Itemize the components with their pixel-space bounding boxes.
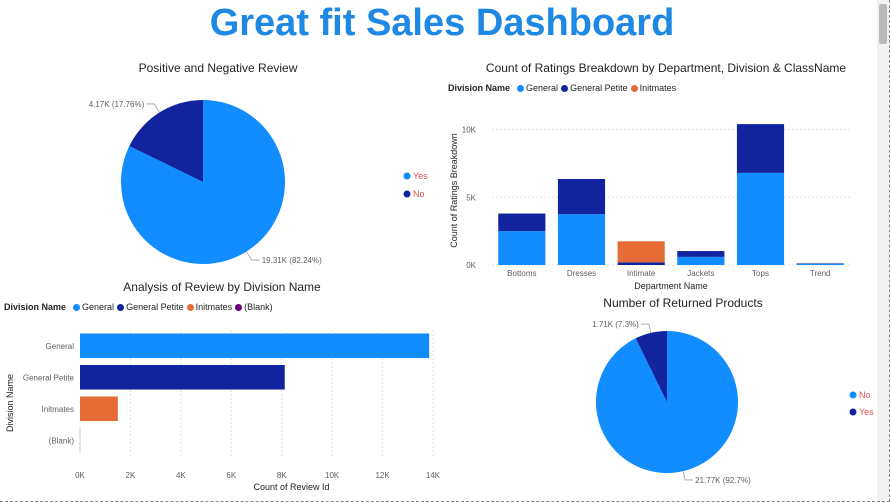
returned-products-title: Number of Returned Products [603, 296, 763, 310]
bar-tops-general[interactable] [736, 172, 785, 265]
x-tick-label: 10K [325, 471, 340, 480]
legend-dot-yes[interactable] [403, 172, 411, 180]
legend-item-general[interactable]: General [82, 302, 114, 312]
legend-item-initmates[interactable]: Initmates [640, 83, 677, 93]
bar-general-petite[interactable] [80, 364, 285, 390]
division-review-chart[interactable]: 0K 2K 4K 6K 8K 10K 12K 14K General General Petite… [0, 318, 445, 498]
bar-trend-general[interactable] [796, 263, 844, 265]
x-tick-label: Intimate [627, 269, 656, 278]
y-axis-title: Count of Ratings Breakdown [449, 133, 459, 248]
x-tick-label: 8K [277, 471, 287, 480]
leader-line[interactable] [682, 471, 694, 481]
legend-title: Division Name [4, 302, 67, 312]
division-review-title: Analysis of Review by Division Name [123, 280, 321, 294]
bar-initmates[interactable] [80, 396, 118, 422]
y-tick-label: 0K [466, 261, 476, 270]
legend-item-yes: Yes [859, 407, 874, 417]
bar-dresses-general-petite[interactable] [557, 178, 606, 215]
legend-item-general-petite[interactable]: General Petite [570, 83, 628, 93]
y-tick-label: General [46, 342, 75, 351]
bar-general[interactable] [80, 333, 430, 359]
x-tick-label: 0K [75, 471, 85, 480]
y-tick-label: Initmates [42, 405, 74, 414]
bar-jackets-general[interactable] [677, 256, 725, 265]
y-tick-label: General Petite [23, 373, 75, 382]
bar-bottoms-general-petite[interactable] [498, 213, 546, 232]
legend-dot-initmates [630, 85, 638, 92]
bar-dresses-general[interactable] [557, 214, 606, 265]
legend-dot-general [517, 85, 525, 92]
x-tick-label: 4K [176, 471, 186, 480]
leader-line[interactable] [246, 251, 260, 261]
x-axis-title: Department Name [634, 281, 708, 291]
x-tick-label: 6K [226, 471, 236, 480]
legend-dot-no[interactable] [403, 190, 411, 198]
legend-item-blank[interactable]: (Blank) [244, 302, 273, 312]
leader-line[interactable] [146, 103, 160, 113]
legend-dot-general-petite [561, 85, 569, 92]
y-tick-label: 5K [466, 193, 476, 202]
pie-review-title: Positive and Negative Review [138, 61, 298, 75]
bar-bottoms-general[interactable] [498, 231, 546, 265]
y-axis-title: Division Name [5, 374, 15, 432]
x-tick-label: Bottoms [507, 269, 536, 278]
bar-intimate-initmates[interactable] [617, 241, 665, 263]
bar-jackets-general-petite[interactable] [677, 251, 725, 257]
x-tick-label: Trend [810, 269, 831, 278]
y-tick-label: 10K [462, 126, 477, 135]
legend-item-no: No [413, 189, 425, 199]
data-label-yes: 1.71K (7.3%) [592, 320, 639, 329]
bar-intimate-general-petite[interactable] [617, 262, 665, 265]
legend-dot-no[interactable] [849, 391, 857, 399]
legend-item-yes: Yes [413, 171, 428, 181]
x-tick-label: 2K [126, 471, 136, 480]
bar-tops-general-petite[interactable] [736, 124, 785, 173]
legend-dot-general-petite [117, 304, 125, 311]
legend-item-general-petite[interactable]: General Petite [126, 302, 184, 312]
data-label-yes: 19.31K (82.24%) [262, 256, 322, 265]
y-tick-label: (Blank) [49, 436, 75, 445]
x-tick-label: Tops [752, 269, 769, 278]
data-label-no: 4.17K (17.76%) [89, 100, 145, 109]
bar-trend-general-petite[interactable] [796, 263, 844, 264]
legend-dot-initmates [186, 304, 194, 311]
legend-dot-general [73, 304, 81, 311]
legend-dot-blank [235, 304, 243, 311]
legend-title: Division Name [448, 83, 511, 93]
legend-item-no: No [859, 390, 871, 400]
ratings-breakdown-title: Count of Ratings Breakdown by Department… [485, 61, 847, 75]
ratings-breakdown-chart[interactable]: 0K 5K 10K Bottoms Dresses Intimate Jackets Tops… [440, 100, 870, 295]
returned-products-chart[interactable]: 21.77K (92.7%) 1.71K (7.3%) No Yes [560, 315, 880, 495]
x-axis-title: Count of Review Id [253, 482, 329, 492]
x-tick-label: Dresses [567, 269, 596, 278]
data-label-no: 21.77K (92.7%) [695, 476, 751, 485]
legend-item-general[interactable]: General [526, 83, 558, 93]
x-tick-label: 14K [426, 471, 441, 480]
legend-item-initmates[interactable]: Initmates [196, 302, 233, 312]
x-tick-label: 12K [375, 471, 390, 480]
division-review-legend: Division Name General General Petite Initma… [4, 302, 273, 312]
legend-dot-yes[interactable] [849, 408, 857, 416]
x-tick-label: Jackets [687, 269, 714, 278]
dashboard-title: Great fit Sales Dashboard [209, 2, 675, 44]
ratings-breakdown-legend: Division Name General General Petite Initma… [448, 83, 676, 93]
leader-line[interactable] [640, 323, 652, 333]
pie-review-chart[interactable]: 19.31K (82.24%) 4.17K (17.76%) Yes No [60, 80, 440, 280]
